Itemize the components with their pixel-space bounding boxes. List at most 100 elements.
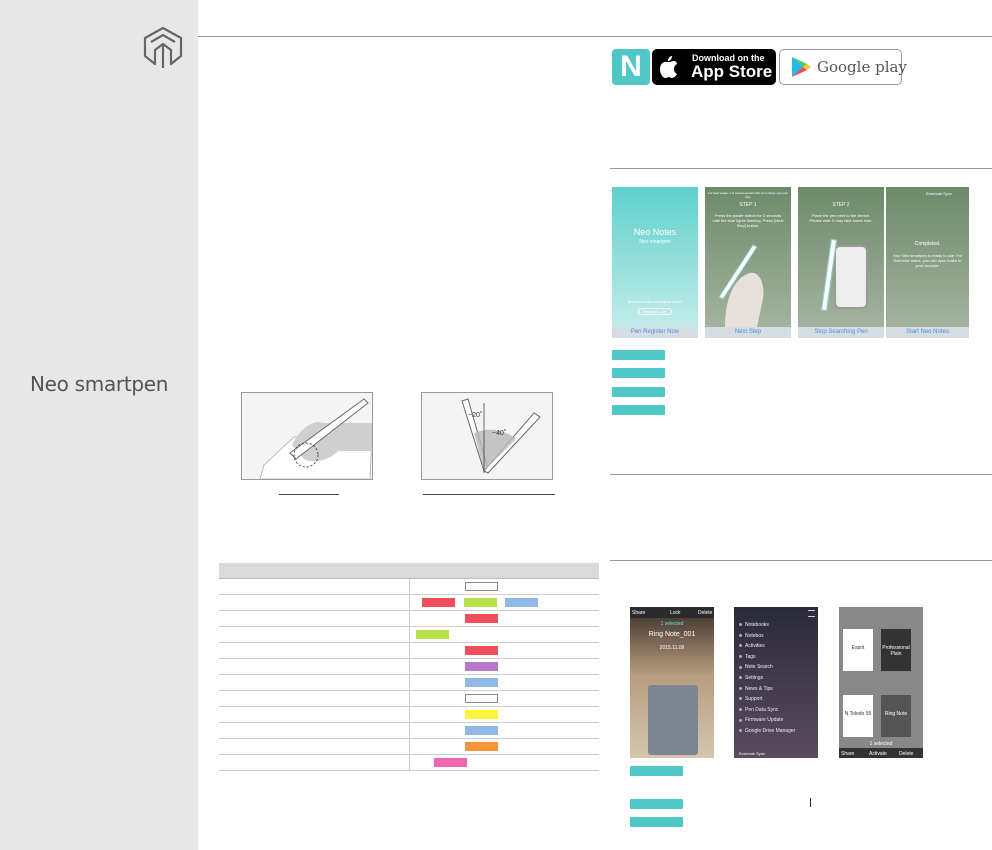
evernote-sync-label[interactable]: Evernote Sync: [926, 191, 969, 196]
register-later-button[interactable]: Register Later: [638, 308, 672, 315]
lock-button[interactable]: Lock: [670, 610, 681, 616]
neo-smartpen-logo-icon: [143, 26, 183, 68]
menu-item-icon: [739, 718, 742, 722]
step-badge: [612, 350, 665, 360]
table-row: [219, 706, 599, 723]
menu-item-label: Pen Data Sync: [745, 706, 779, 713]
color-swatch: [465, 614, 498, 623]
start-neo-notes-button[interactable]: Start Neo Notes: [886, 327, 969, 338]
onboarding-screen-step2: STEP 2 Place the pen next to the device.…: [798, 187, 884, 338]
phone-device-icon: [834, 245, 868, 309]
menu-item[interactable]: Notebooks: [739, 622, 769, 628]
menu-item[interactable]: Google Drive Manager: [739, 728, 795, 734]
notebook-label: Ring Note: [884, 711, 908, 717]
menu-item-label: Note Search: [745, 664, 773, 671]
evernote-sync-footer[interactable]: Evernote Sync: [739, 751, 818, 756]
menu-item[interactable]: Settings: [739, 675, 763, 681]
screen-question: Are you a Neo smartpen user?: [627, 299, 683, 304]
table-cell: [409, 674, 599, 691]
notebook-tile[interactable]: Ring Note: [881, 695, 911, 737]
table-cell: [219, 674, 410, 691]
menu-item-icon: [739, 697, 742, 701]
section-rule: [610, 474, 992, 475]
share-button[interactable]: Share: [632, 610, 645, 616]
table-cell: [409, 578, 599, 595]
table-row: [219, 594, 599, 611]
color-swatch: [464, 598, 497, 607]
table-cell: [219, 690, 410, 707]
pen-register-now-button[interactable]: Pen Register Now: [612, 327, 698, 338]
table-row: [219, 674, 599, 691]
table-row: [219, 578, 599, 595]
menu-icon[interactable]: [808, 610, 815, 617]
stop-searching-pen-button[interactable]: Stop Searching Pen: [798, 327, 884, 338]
menu-item[interactable]: Support: [739, 696, 763, 702]
top-rule: [198, 36, 992, 37]
delete-button[interactable]: Delete: [899, 751, 913, 757]
screen-title: STEP 1: [739, 202, 757, 208]
note-title: Ring Note_001: [648, 631, 696, 638]
menu-item[interactable]: Tags: [739, 654, 756, 660]
menu-item[interactable]: Notebox: [739, 633, 764, 639]
table-cell: [219, 722, 410, 739]
menu-item[interactable]: Firmware Update: [739, 717, 783, 723]
angle-label-b: ~40˚: [492, 429, 506, 437]
notebook-label: Esprit: [851, 645, 865, 651]
app-store-button[interactable]: Download on the App Store: [652, 49, 776, 85]
delete-button[interactable]: Delete: [698, 610, 712, 616]
neo-notes-letter: N: [620, 50, 642, 83]
table-cell: [219, 578, 410, 595]
notebook-tile[interactable]: N Toledo 55: [843, 695, 873, 737]
brand-name: Neo smartpen: [30, 372, 169, 396]
table-cell: [219, 610, 410, 627]
selected-count: 1 selected: [660, 621, 684, 627]
step-badge: [630, 799, 683, 809]
pen-grip-illustration: [241, 392, 373, 480]
table-cell: [409, 610, 599, 627]
notebook-label: Professional Plain: [882, 645, 910, 657]
table-row: [219, 626, 599, 643]
menu-item-icon: [739, 623, 742, 627]
table-cell: [409, 754, 599, 771]
menu-item-label: Google Drive Manager: [745, 728, 796, 734]
step-badge: [630, 766, 683, 776]
navigation-menu-screen: Notebooks Notebox Activities Tags Note Searc…: [734, 607, 818, 758]
color-swatch: [434, 758, 467, 767]
activate-button[interactable]: Activate: [869, 751, 887, 757]
color-swatch: [465, 694, 498, 703]
menu-item[interactable]: News & Tips: [739, 686, 773, 692]
onboarding-screen-step1: For best usage, it is recommended that y…: [705, 187, 791, 338]
menu-item[interactable]: Activities: [739, 643, 765, 649]
section-rule: [610, 560, 992, 561]
google-play-text: Google play: [817, 58, 907, 76]
menu-item[interactable]: Pen Data Sync: [739, 707, 778, 713]
google-play-button[interactable]: Google play: [779, 49, 907, 85]
caption-underline: [423, 494, 555, 495]
screen-subtitle: Neo smartpen: [639, 239, 671, 245]
apple-icon: [660, 56, 677, 78]
table-cell: [219, 642, 410, 659]
notebook-cover-image: [648, 685, 698, 755]
menu-item[interactable]: Note Search: [739, 664, 773, 670]
neo-notes-app-icon[interactable]: N: [612, 49, 650, 85]
menu-item-label: Notebooks: [745, 622, 769, 628]
notebook-tile[interactable]: Professional Plain: [881, 629, 911, 671]
menu-item-label: Support: [745, 696, 763, 703]
table-row: [219, 690, 599, 707]
screen-title: STEP 2: [832, 202, 850, 208]
menu-item-icon: [739, 665, 742, 669]
share-button[interactable]: Share: [841, 751, 854, 757]
text-cursor: [810, 798, 811, 807]
table-cell: [219, 738, 410, 755]
color-swatch: [422, 598, 455, 607]
color-swatch: [465, 678, 498, 687]
section-rule: [610, 168, 992, 169]
table-row: [219, 738, 599, 755]
step-badge: [630, 817, 683, 827]
selected-count: 1 selected: [869, 741, 893, 747]
color-swatch: [465, 646, 498, 655]
notebook-tile[interactable]: Esprit: [843, 629, 873, 671]
next-step-button[interactable]: Next Step: [705, 327, 791, 338]
menu-item-label: Firmware Update: [745, 717, 784, 724]
sidebar: Neo smartpen: [0, 0, 198, 850]
